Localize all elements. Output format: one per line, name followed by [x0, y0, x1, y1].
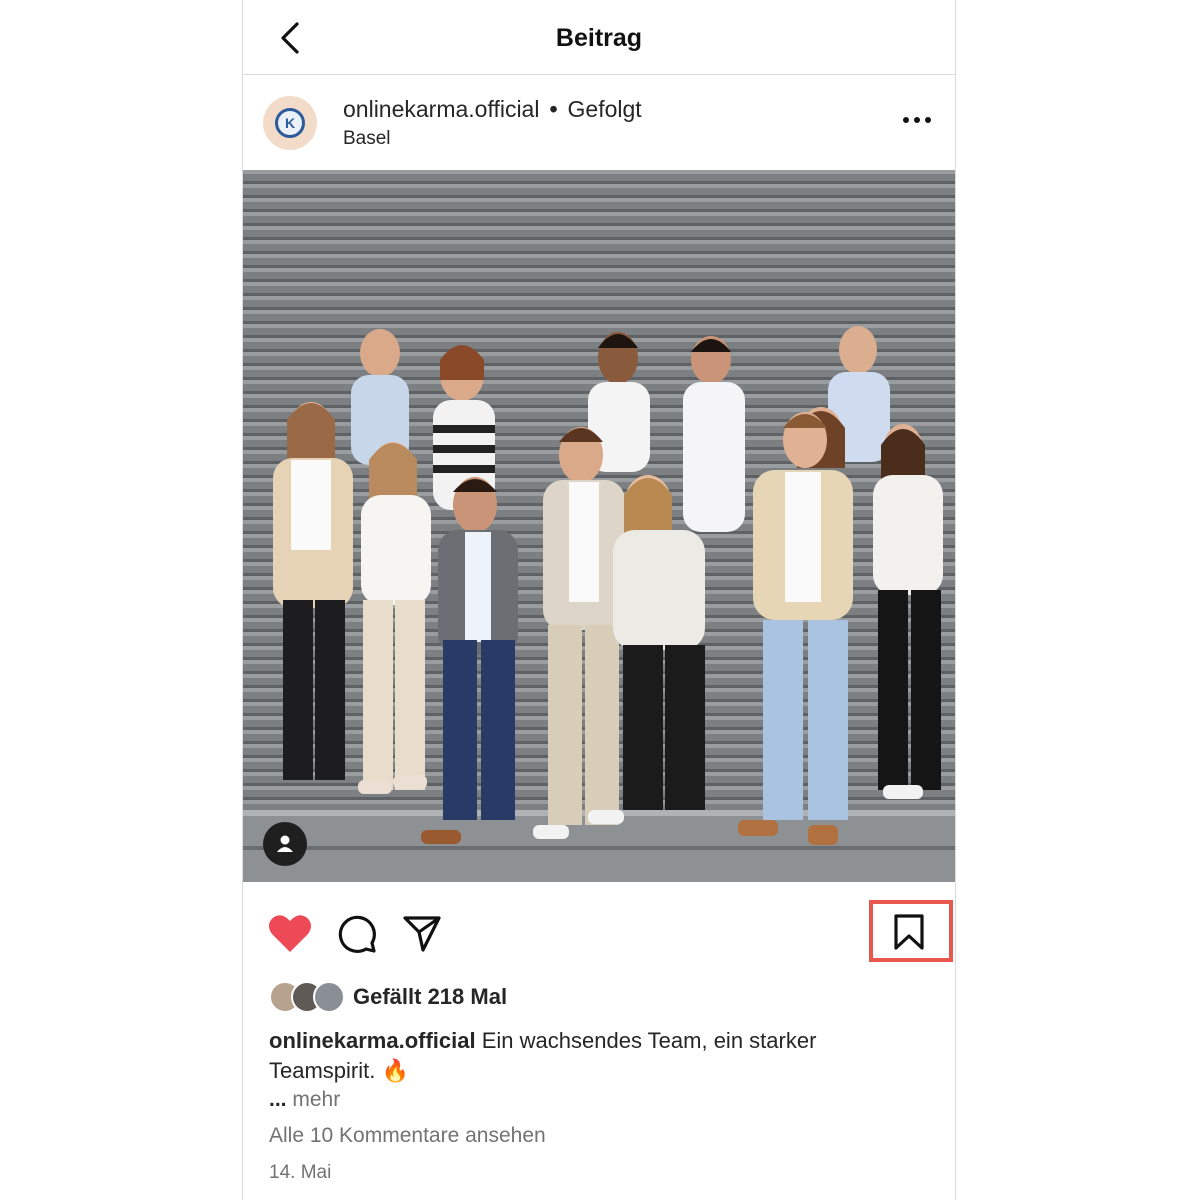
- more-link[interactable]: mehr: [292, 1088, 340, 1111]
- post-screen: Beitrag K onlinekarma.official • Gefolgt B…: [242, 0, 956, 1200]
- more-options-icon: [903, 117, 931, 123]
- share-icon: [403, 916, 441, 952]
- page-title: Beitrag: [555, 24, 643, 52]
- team-photo-image: [243, 170, 955, 882]
- share-button[interactable]: [401, 912, 443, 954]
- like-button[interactable]: [267, 912, 313, 954]
- heart-icon: [268, 915, 312, 952]
- caption-more[interactable]: ... mehr: [269, 1088, 340, 1112]
- likes-row[interactable]: Gefällt 218 Mal: [269, 980, 507, 1014]
- likes-count[interactable]: Gefällt 218 Mal: [353, 984, 507, 1010]
- post-username[interactable]: onlinekarma.official: [343, 96, 539, 122]
- tag-user-icon: [277, 835, 293, 852]
- post-date: 14. Mai: [269, 1162, 332, 1183]
- top-bar: Beitrag: [243, 0, 955, 75]
- liker-avatar: [313, 981, 345, 1013]
- bookmark-icon: [894, 914, 924, 950]
- separator-dot: •: [549, 96, 558, 122]
- avatar-logo: K: [275, 108, 305, 138]
- post-user-line: onlinekarma.official • Gefolgt: [343, 96, 642, 123]
- comment-button[interactable]: [335, 912, 377, 954]
- caption-username[interactable]: onlinekarma.official: [269, 1028, 476, 1053]
- view-all-comments-link[interactable]: Alle 10 Kommentare ansehen: [269, 1124, 546, 1148]
- action-bar: [243, 882, 955, 982]
- more-options-button[interactable]: [899, 110, 935, 130]
- post-header: K onlinekarma.official • Gefolgt Basel: [243, 76, 955, 170]
- save-button[interactable]: [889, 912, 929, 952]
- post-location[interactable]: Basel: [343, 128, 391, 150]
- follow-status[interactable]: Gefolgt: [568, 96, 642, 122]
- post-photo[interactable]: [243, 170, 955, 882]
- tag-user-button[interactable]: [263, 822, 307, 866]
- comment-icon: [338, 915, 376, 953]
- more-dots: ...: [269, 1088, 287, 1111]
- avatar[interactable]: K: [263, 96, 317, 150]
- caption: onlinekarma.official Ein wachsendes Team…: [269, 1026, 909, 1086]
